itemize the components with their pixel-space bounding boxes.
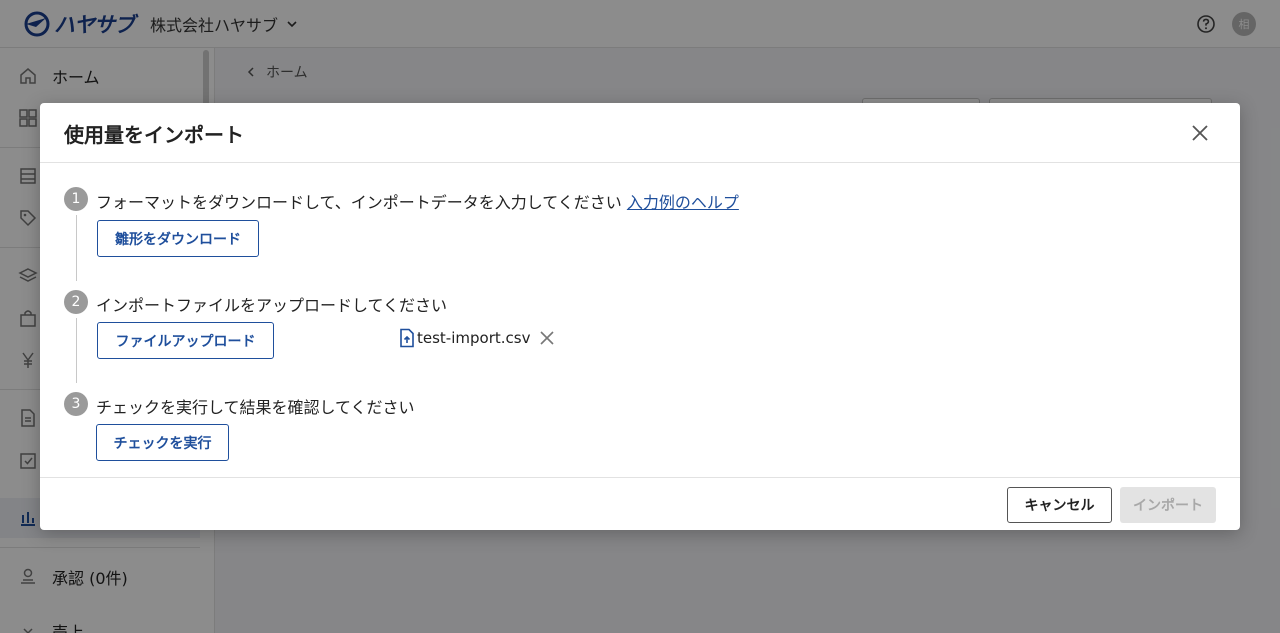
step-connector (76, 215, 77, 281)
step-3-text: チェックを実行して結果を確認してください (96, 398, 415, 417)
step-3-badge: 3 (64, 392, 88, 416)
dialog-title: 使用量をインポート (64, 123, 244, 147)
help-link[interactable]: 入力例のヘルプ (627, 193, 739, 212)
import-button[interactable]: インポート (1120, 487, 1216, 523)
step-2-badge: 2 (64, 290, 88, 314)
run-check-button[interactable]: チェックを実行 (96, 424, 229, 461)
file-upload-button[interactable]: ファイルアップロード (97, 322, 274, 359)
remove-file-icon[interactable] (538, 329, 556, 347)
step-connector (76, 318, 77, 383)
step-1-instruction: フォーマットをダウンロードして、インポートデータを入力してください 入力例のヘル… (96, 189, 739, 213)
dialog-footer: キャンセル インポート (40, 477, 1240, 530)
close-icon[interactable] (1188, 121, 1212, 145)
step-2-text: インポートファイルをアップロードしてください (96, 296, 448, 315)
file-upload-icon (400, 328, 414, 348)
download-template-button[interactable]: 雛形をダウンロード (97, 220, 259, 257)
step-1-badge: 1 (64, 187, 88, 211)
cancel-button[interactable]: キャンセル (1007, 487, 1112, 523)
step-1-text: フォーマットをダウンロードして、インポートデータを入力してください (96, 193, 622, 212)
uploaded-file: test-import.csv (398, 327, 556, 349)
file-name: test-import.csv (417, 329, 531, 347)
dialog-header: 使用量をインポート (40, 103, 1240, 163)
import-usage-dialog: 使用量をインポート 1 フォーマットをダウンロードして、インポートデータを入力し… (40, 103, 1240, 530)
